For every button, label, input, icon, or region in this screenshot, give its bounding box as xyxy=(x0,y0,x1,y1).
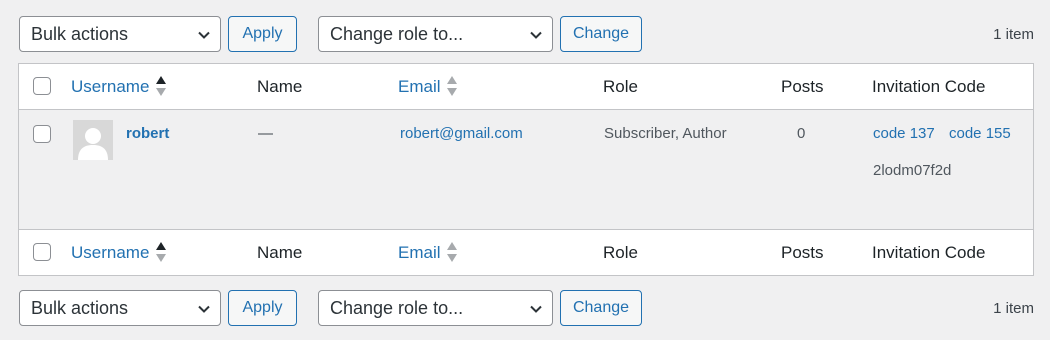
column-invitation-code: Invitation Code xyxy=(872,243,986,262)
chevron-down-icon xyxy=(198,305,210,313)
change-role-button[interactable]: Change xyxy=(560,16,642,52)
column-name: Name xyxy=(257,243,303,262)
invitation-code-link[interactable]: code 137 xyxy=(873,125,935,142)
column-posts: Posts xyxy=(781,77,824,96)
item-count: 1 item xyxy=(993,300,1034,317)
bulk-actions-value: Bulk actions xyxy=(31,24,129,44)
column-posts: Posts xyxy=(781,243,824,262)
bottom-tablenav: Bulk actions Apply Change role to... Cha… xyxy=(18,290,1034,328)
table-footer: Username Name Email Role Posts Invitatio… xyxy=(19,229,1033,275)
sort-arrows-icon[interactable] xyxy=(155,75,167,97)
change-role-value: Change role to... xyxy=(330,298,464,318)
apply-button[interactable]: Apply xyxy=(228,16,297,52)
column-username[interactable]: Username xyxy=(71,77,149,97)
invitation-code-link[interactable]: code 155 xyxy=(949,125,1011,142)
name-value: — xyxy=(258,125,273,142)
column-invitation-code: Invitation Code xyxy=(872,77,986,96)
users-table: Username Name Email Role Posts Invitatio… xyxy=(18,63,1034,276)
select-all-checkbox[interactable] xyxy=(33,77,51,95)
apply-button[interactable]: Apply xyxy=(228,290,297,326)
column-username[interactable]: Username xyxy=(71,243,149,263)
table-row: robert — robert@gmail.com Subscriber, Au… xyxy=(19,110,1033,230)
username-link[interactable]: robert xyxy=(126,125,169,142)
change-role-value: Change role to... xyxy=(330,24,464,44)
chevron-down-icon xyxy=(530,31,542,39)
chevron-down-icon xyxy=(198,31,210,39)
sort-arrows-icon[interactable] xyxy=(446,241,458,263)
bulk-actions-select[interactable]: Bulk actions xyxy=(19,16,221,52)
sort-arrows-icon[interactable] xyxy=(155,241,167,263)
item-count: 1 item xyxy=(993,26,1034,43)
select-all-checkbox[interactable] xyxy=(33,243,51,261)
column-email[interactable]: Email xyxy=(398,77,441,97)
column-role: Role xyxy=(603,243,638,262)
column-role: Role xyxy=(603,77,638,96)
bulk-actions-select[interactable]: Bulk actions xyxy=(19,290,221,326)
sort-arrows-icon[interactable] xyxy=(446,75,458,97)
default-avatar-icon xyxy=(73,120,113,160)
chevron-down-icon xyxy=(530,305,542,313)
top-tablenav: Bulk actions Apply Change role to... Cha… xyxy=(18,16,1034,54)
change-role-select[interactable]: Change role to... xyxy=(318,16,553,52)
change-role-button[interactable]: Change xyxy=(560,290,642,326)
table-header: Username Name Email Role Posts Invitatio… xyxy=(19,64,1033,110)
email-link[interactable]: robert@gmail.com xyxy=(400,125,523,142)
column-email[interactable]: Email xyxy=(398,243,441,263)
column-name: Name xyxy=(257,77,303,96)
posts-count: 0 xyxy=(797,125,806,142)
invitation-code-value: 2lodm07f2d xyxy=(873,162,952,179)
change-role-select[interactable]: Change role to... xyxy=(318,290,553,326)
role-value: Subscriber, Author xyxy=(604,125,727,142)
row-checkbox[interactable] xyxy=(33,125,51,143)
bulk-actions-value: Bulk actions xyxy=(31,298,129,318)
